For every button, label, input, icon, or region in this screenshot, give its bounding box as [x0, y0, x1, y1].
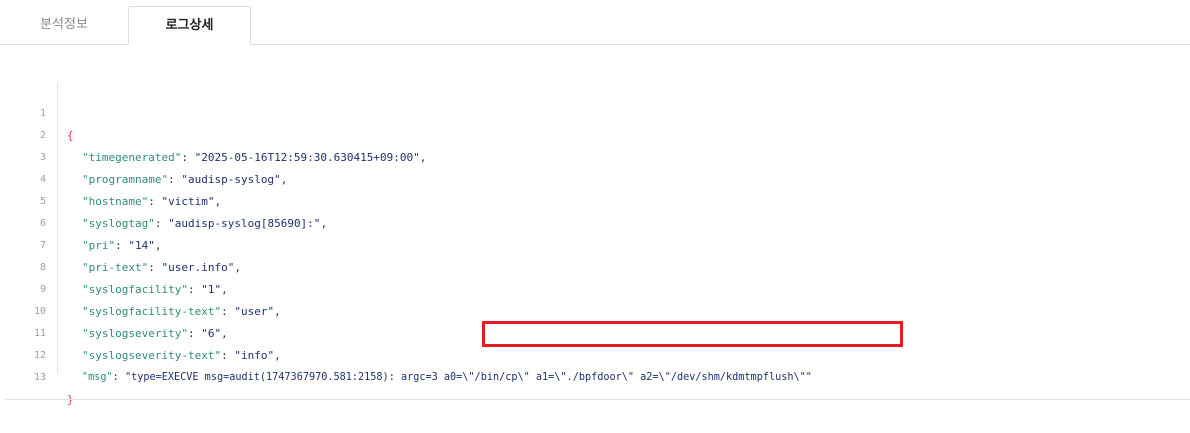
- line-number: 13: [33, 372, 46, 383]
- tab-log-detail[interactable]: 로그상세: [128, 6, 251, 45]
- code-line: 7 "pri-text": "user.info",: [0, 213, 1190, 274]
- code-line: 9 "syslogfacility-text": "user",: [0, 257, 1190, 318]
- highlight-annotation-box: [482, 321, 903, 347]
- code-line: 5 "syslogtag": "audisp-syslog[85690]:",: [0, 169, 1190, 230]
- tab-analysis-info[interactable]: 분석정보: [8, 6, 120, 44]
- code-line: 10 "syslogseverity": "6",: [0, 279, 1190, 340]
- code-line: 6 "pri": "14",: [0, 191, 1190, 252]
- code-line: 4 "hostname": "victim",: [0, 147, 1190, 208]
- code-line: 13 }: [0, 345, 1190, 406]
- code-line: 11 "syslogseverity-text": "info",: [0, 301, 1190, 362]
- close-brace: }: [67, 389, 74, 411]
- code-line: 2 "timegenerated": "2025-05-16T12:59:30.…: [0, 103, 1190, 164]
- json-value: "type=EXECVE msg=audit(1747367970.581:21…: [124, 372, 812, 383]
- code-line: 1 {: [0, 81, 1190, 142]
- panel-bottom-border: [5, 399, 1190, 400]
- code-entry: "msg": "type=EXECVE msg=audit(1747367970…: [82, 372, 812, 383]
- json-key: "msg": [82, 372, 113, 383]
- code-line: 8 "syslogfacility": "1",: [0, 235, 1190, 296]
- tab-bar: 분석정보 로그상세: [0, 0, 1190, 45]
- code-line: 3 "programname": "audisp-syslog",: [0, 125, 1190, 186]
